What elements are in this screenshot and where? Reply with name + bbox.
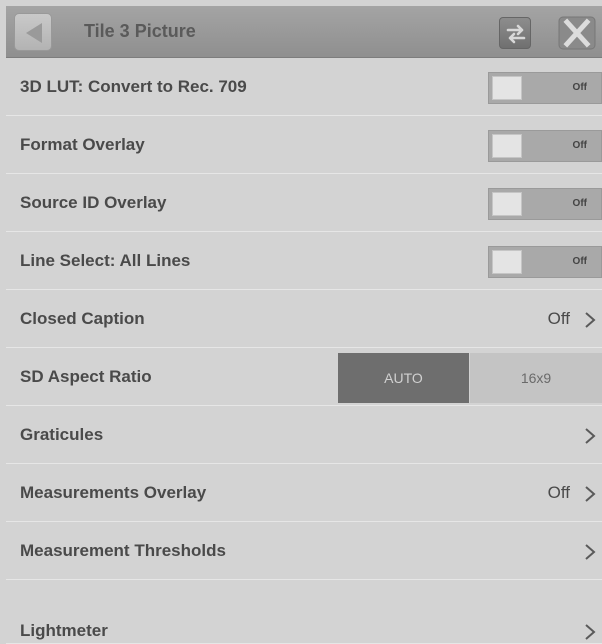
- row-label: SD Aspect Ratio: [20, 367, 152, 386]
- row-measurement-thresholds[interactable]: Measurement Thresholds: [6, 523, 602, 580]
- toggle-state: Off: [572, 256, 587, 267]
- row-measurements-overlay[interactable]: Measurements Overlay Off: [6, 465, 602, 522]
- back-triangle-icon: [26, 23, 42, 43]
- row-label: Format Overlay: [20, 135, 145, 154]
- row-graticules[interactable]: Graticules: [6, 407, 602, 464]
- row-label: 3D LUT: Convert to Rec. 709: [20, 77, 247, 96]
- chevron-right-icon: [585, 544, 596, 560]
- row-source-id-overlay[interactable]: Source ID Overlay Off: [6, 175, 602, 232]
- panel-header: Tile 3 Picture: [6, 6, 602, 58]
- page-title: Tile 3 Picture: [84, 21, 196, 41]
- row-sd-aspect-ratio: SD Aspect Ratio AUTO 16x9: [6, 349, 602, 406]
- aspect-16x9-button[interactable]: 16x9: [470, 353, 602, 403]
- back-button[interactable]: [14, 13, 52, 51]
- row-label: Source ID Overlay: [20, 193, 167, 212]
- row-label: Measurements Overlay: [20, 483, 207, 502]
- toggle-state: Off: [572, 198, 587, 209]
- toggle-knob: [492, 192, 522, 216]
- row-3d-lut[interactable]: 3D LUT: Convert to Rec. 709 Off: [6, 59, 602, 116]
- row-line-select[interactable]: Line Select: All Lines Off: [6, 233, 602, 290]
- row-format-overlay[interactable]: Format Overlay Off: [6, 117, 602, 174]
- row-label: Closed Caption: [20, 309, 145, 328]
- row-label: Lightmeter: [20, 621, 108, 640]
- row-value: Off: [547, 309, 570, 328]
- chevron-right-icon: [585, 428, 596, 444]
- row-value: Off: [547, 483, 570, 502]
- row-label: Graticules: [20, 425, 104, 444]
- row-lightmeter[interactable]: Lightmeter: [6, 581, 602, 644]
- close-button[interactable]: [558, 16, 596, 50]
- toggle-knob: [492, 76, 522, 100]
- chevron-right-icon: [585, 312, 596, 328]
- swap-button[interactable]: [499, 17, 531, 49]
- toggle-knob: [492, 250, 522, 274]
- 3d-lut-toggle[interactable]: Off: [488, 72, 602, 104]
- line-select-toggle[interactable]: Off: [488, 246, 602, 278]
- aspect-auto-button[interactable]: AUTO: [338, 353, 469, 403]
- format-overlay-toggle[interactable]: Off: [488, 130, 602, 162]
- chevron-right-icon: [585, 486, 596, 502]
- toggle-knob: [492, 134, 522, 158]
- swap-arrows-icon: [506, 24, 526, 44]
- row-label: Measurement Thresholds: [20, 541, 226, 560]
- chevron-right-icon: [585, 624, 596, 640]
- row-closed-caption[interactable]: Closed Caption Off: [6, 291, 602, 348]
- source-id-overlay-toggle[interactable]: Off: [488, 188, 602, 220]
- row-label: Line Select: All Lines: [20, 251, 191, 270]
- close-x-icon: [558, 16, 596, 50]
- settings-panel: Tile 3 Picture 3D LUT: Convert to Rec. 7…: [0, 0, 602, 644]
- toggle-state: Off: [572, 82, 587, 93]
- toggle-state: Off: [572, 140, 587, 151]
